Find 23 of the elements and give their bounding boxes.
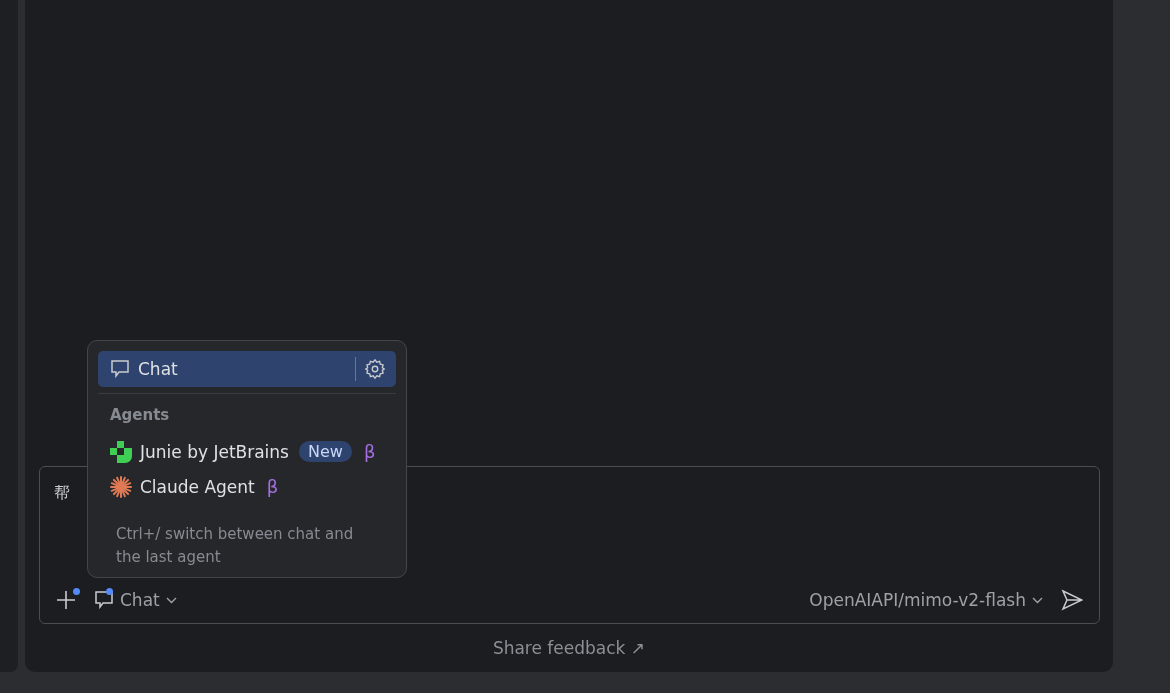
send-button[interactable]: [1059, 587, 1085, 613]
agent-item[interactable]: Junie by JetBrains New β: [98, 434, 396, 469]
chevron-down-icon: [1032, 596, 1043, 604]
model-dropdown[interactable]: OpenAIAPI/mimo-v2-flash: [807, 588, 1045, 612]
plus-icon: [56, 590, 76, 610]
starburst-icon: [110, 475, 132, 498]
add-button[interactable]: [54, 588, 78, 612]
share-feedback-link[interactable]: Share feedback ↗: [492, 638, 646, 658]
shortcut-hint: Ctrl+/ switch between chat and the last agent: [115, 524, 355, 568]
agent-item[interactable]: Claude Agent β: [98, 469, 396, 504]
send-icon: [1061, 589, 1083, 611]
new-badge: New: [298, 441, 352, 462]
beta-label: β: [363, 441, 376, 462]
settings-icon[interactable]: [364, 358, 386, 380]
chevron-down-icon: [165, 596, 177, 604]
mode-dropdown[interactable]: Chat: [92, 588, 179, 612]
beta-label: β: [266, 476, 279, 497]
input-text: 帮: [54, 483, 70, 502]
section-title: Agents: [109, 406, 171, 424]
menu-item[interactable]: Chat: [98, 351, 396, 387]
junie-logo-icon: [110, 440, 132, 463]
chat-bubble-icon: [110, 359, 130, 379]
chat-bubble-icon: [94, 590, 114, 610]
